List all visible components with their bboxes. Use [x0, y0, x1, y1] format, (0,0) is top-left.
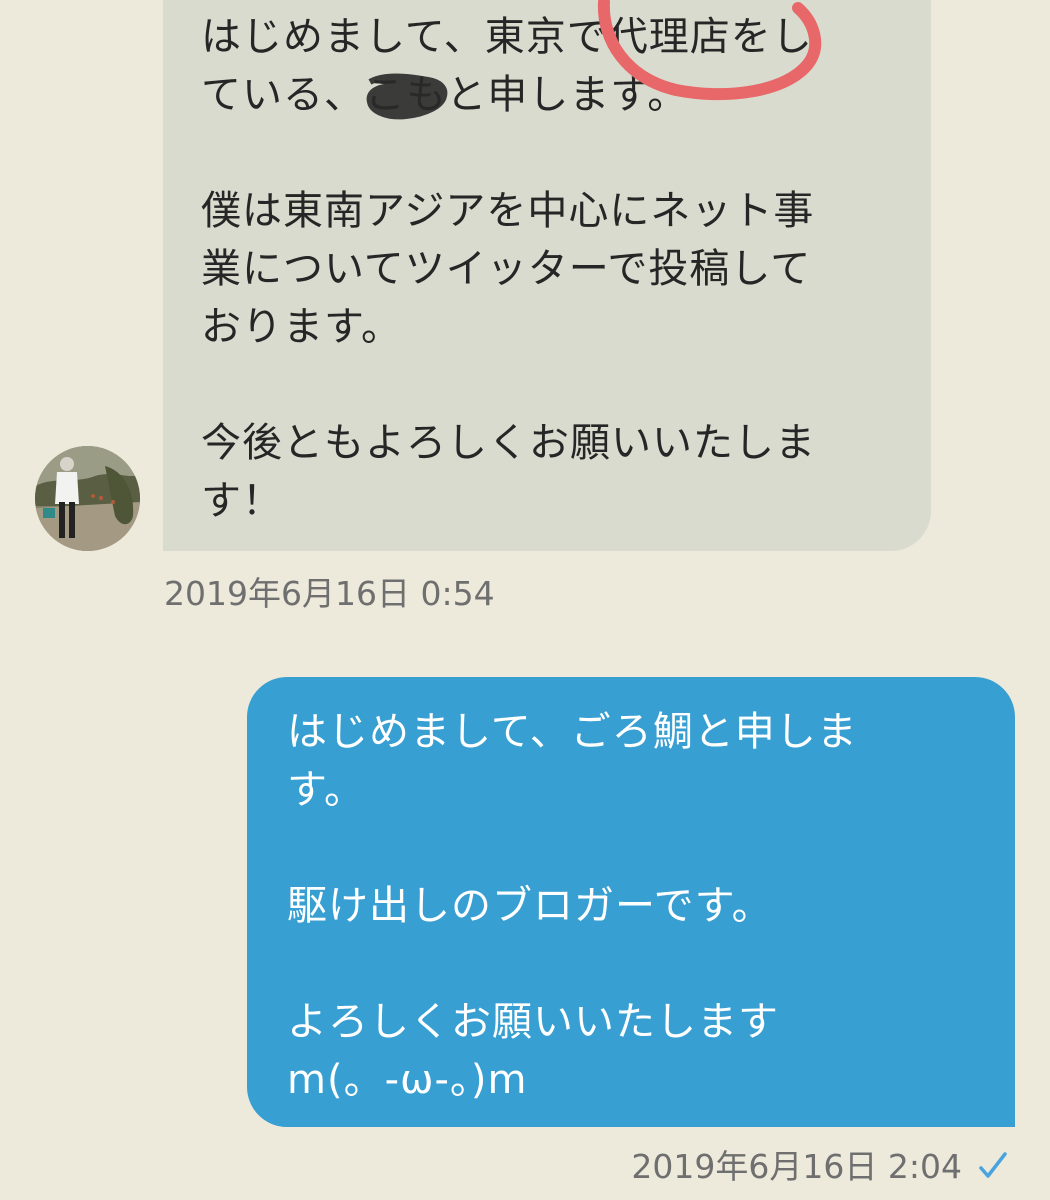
incoming-message-timestamp: 2019年6月16日 0:54: [164, 574, 495, 613]
avatar[interactable]: [35, 446, 140, 551]
read-checkmark-icon: [979, 1152, 1007, 1178]
red-annotation-circle: [597, 0, 822, 101]
conversation-thread: はじめまして、東京で代理店をし ている、こもと申します。 僕は東南アジアを中心に…: [0, 0, 1050, 1200]
user-avatar-photo-icon: [35, 446, 140, 551]
redaction-scribble: [366, 73, 448, 120]
outgoing-message-timestamp: 2019年6月16日 2:04: [631, 1147, 962, 1186]
outgoing-message-bubble[interactable]: はじめまして、ごろ鯛と申しま す。 駆け出しのブロガーです。 よろしくお願いいた…: [247, 677, 1015, 1127]
